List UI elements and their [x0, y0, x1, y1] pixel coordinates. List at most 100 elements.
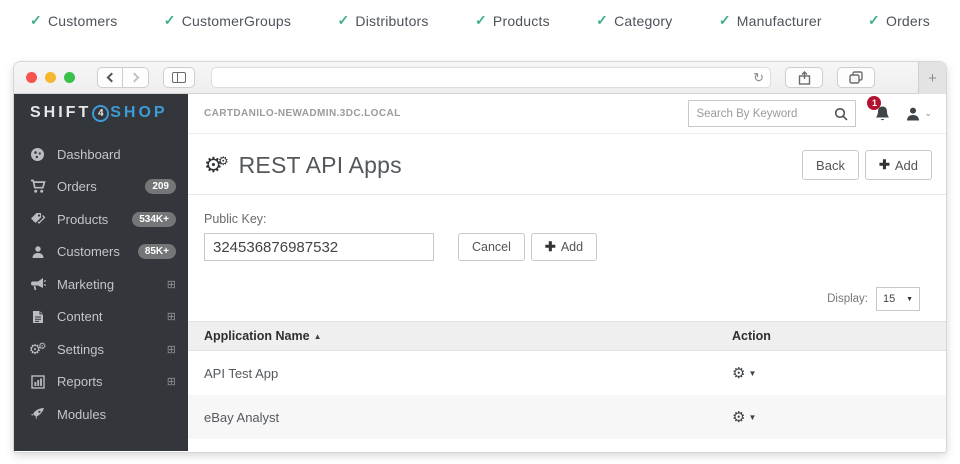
sidebar-item-content[interactable]: Content ⊞: [14, 301, 188, 334]
status-item-customergroups: ✓ CustomerGroups: [164, 12, 291, 29]
minimize-window-button[interactable]: [45, 72, 56, 83]
user-icon: [29, 245, 46, 259]
check-icon: ✓: [337, 12, 349, 29]
reload-icon[interactable]: ↻: [753, 71, 764, 84]
megaphone-icon: [29, 277, 46, 291]
display-controls: Display: 15 ▼: [188, 261, 946, 321]
caret-down-icon: ▼: [906, 296, 913, 303]
orders-count-badge: 209: [145, 179, 176, 194]
sidebar-item-reports[interactable]: Reports ⊞: [14, 366, 188, 399]
sidebar-item-label: Content: [57, 309, 167, 324]
check-icon: ✓: [719, 12, 731, 29]
expand-icon[interactable]: ⊞: [167, 278, 176, 291]
app-name: eBay Analyst: [204, 410, 732, 425]
expand-icon[interactable]: ⊞: [167, 310, 176, 323]
gears-icon: ⚙⚙: [29, 341, 46, 358]
admin-header: CARTDANILO-NEWADMIN.3DC.LOCAL 1 ⌄: [188, 94, 946, 134]
tags-icon: [29, 212, 46, 227]
page-header: ⚙⚙ REST API Apps Back ✚Add: [188, 134, 946, 195]
add-button-label: Add: [895, 158, 918, 173]
sidebar-menu: Dashboard Orders 209 Products 534K+: [14, 132, 188, 431]
share-button[interactable]: [785, 67, 823, 88]
column-label: Application Name: [204, 329, 310, 343]
add-button[interactable]: ✚Add: [865, 150, 932, 180]
display-count-value: 15: [883, 293, 895, 305]
sidebar-toggle-button[interactable]: [163, 67, 195, 88]
sidebar-item-orders[interactable]: Orders 209: [14, 171, 188, 204]
sidebar-item-label: Products: [57, 212, 132, 227]
products-count-badge: 534K+: [132, 212, 176, 227]
form-add-button-label: Add: [561, 240, 583, 254]
search-input[interactable]: [696, 108, 834, 120]
status-item-products: ✓ Products: [475, 12, 550, 29]
search-icon[interactable]: [834, 107, 848, 121]
status-label: Products: [493, 13, 550, 29]
sidebar-item-dashboard[interactable]: Dashboard: [14, 138, 188, 171]
back-button[interactable]: Back: [802, 150, 859, 180]
display-label: Display:: [827, 293, 868, 305]
chevron-down-icon: ⌄: [924, 108, 932, 119]
caret-down-icon[interactable]: ▼: [748, 369, 756, 378]
back-button-label: Back: [816, 158, 845, 173]
cancel-button-label: Cancel: [472, 240, 511, 254]
page-title: REST API Apps: [239, 152, 402, 179]
public-key-label: Public Key:: [204, 212, 930, 226]
table-header-row: Application Name ▲ Action: [188, 321, 946, 351]
sort-asc-icon: ▲: [314, 332, 322, 341]
browser-window: ↻ + SHIFT4SHOP: [14, 62, 946, 452]
new-tab-button[interactable]: +: [918, 62, 946, 94]
status-label: Manufacturer: [737, 13, 822, 29]
public-key-form: Public Key: Cancel ✚ Add: [188, 195, 946, 261]
address-bar[interactable]: ↻: [211, 67, 771, 88]
user-icon: [905, 106, 921, 122]
caret-down-icon[interactable]: ▼: [748, 413, 756, 422]
notification-count-badge: 1: [867, 96, 881, 110]
admin-main: CARTDANILO-NEWADMIN.3DC.LOCAL 1 ⌄: [188, 94, 946, 451]
display-count-select[interactable]: 15 ▼: [876, 287, 920, 311]
logo-text-shift: SHIFT: [30, 104, 91, 122]
table-row: eBay Analyst ⚙ ▼: [188, 395, 946, 439]
public-key-input[interactable]: [204, 233, 434, 261]
form-add-button[interactable]: ✚ Add: [531, 233, 597, 261]
logo-4-icon: 4: [92, 105, 109, 122]
sidebar-item-marketing[interactable]: Marketing ⊞: [14, 268, 188, 301]
sidebar-item-customers[interactable]: Customers 85K+: [14, 236, 188, 269]
sidebar-item-modules[interactable]: Modules: [14, 398, 188, 431]
rest-api-apps-icon: ⚙⚙: [204, 155, 229, 176]
status-label: Orders: [886, 13, 930, 29]
sidebar-item-label: Settings: [57, 342, 167, 357]
plus-icon: ✚: [545, 239, 556, 255]
sidebar-item-products[interactable]: Products 534K+: [14, 203, 188, 236]
expand-icon[interactable]: ⊞: [167, 375, 176, 388]
window-controls: [26, 72, 75, 83]
keyword-search: [688, 100, 856, 127]
cancel-button[interactable]: Cancel: [458, 233, 525, 261]
row-actions-button[interactable]: ⚙: [732, 410, 745, 425]
status-label: Category: [614, 13, 672, 29]
row-actions-button[interactable]: ⚙: [732, 366, 745, 381]
document-icon: [29, 310, 46, 324]
status-label: Distributors: [355, 13, 428, 29]
tab-overview-button[interactable]: [837, 67, 875, 88]
status-label: CustomerGroups: [182, 13, 291, 29]
sidebar-item-settings[interactable]: ⚙⚙ Settings ⊞: [14, 333, 188, 366]
expand-icon[interactable]: ⊞: [167, 343, 176, 356]
close-window-button[interactable]: [26, 72, 37, 83]
shift4shop-logo: SHIFT4SHOP: [14, 94, 188, 132]
nav-buttons: [97, 67, 149, 88]
export-status-bar: ✓ Customers ✓ CustomerGroups ✓ Distribut…: [0, 0, 960, 39]
browser-forward-button[interactable]: [123, 67, 149, 88]
notifications-button[interactable]: 1: [874, 105, 891, 123]
browser-back-button[interactable]: [97, 67, 123, 88]
rocket-icon: [29, 407, 46, 421]
column-application-name[interactable]: Application Name ▲: [204, 329, 732, 343]
check-icon: ✓: [164, 12, 176, 29]
bar-chart-icon: [29, 375, 46, 389]
zoom-window-button[interactable]: [64, 72, 75, 83]
status-item-manufacturer: ✓ Manufacturer: [719, 12, 822, 29]
customers-count-badge: 85K+: [138, 244, 176, 259]
account-menu-button[interactable]: ⌄: [905, 106, 932, 122]
column-action: Action: [732, 329, 930, 343]
sidebar-item-label: Orders: [57, 179, 145, 194]
cart-icon: [29, 179, 46, 194]
